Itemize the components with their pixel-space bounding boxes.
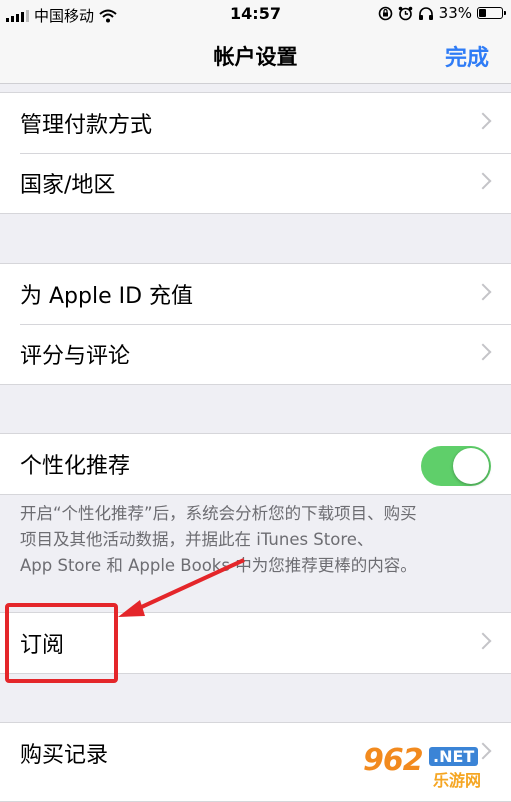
manage-payment-label: 管理付款方式 [20,113,153,138]
personalization-toggle[interactable] [421,446,491,486]
chevron-right-icon [474,343,492,361]
chevron-right-icon [474,283,492,301]
country-region-label: 国家/地区 [20,173,116,198]
footnote-line: App Store 和 Apple Books 中为您推荐更棒的内容。 [20,556,417,575]
navigation-bar: 帐户设置 完成 [0,28,511,84]
top-up-row[interactable]: 为 Apple ID 充值 [0,264,511,324]
status-right: 33% [378,4,506,22]
purchase-history-label: 购买记录 [20,743,109,768]
personalization-label: 个性化推荐 [20,454,131,479]
done-button[interactable]: 完成 [445,40,489,72]
personalization-row: 个性化推荐 [0,434,511,494]
footnote-line: 项目及其他活动数据，并据此在 iTunes Store、 [20,530,374,549]
headphones-icon [418,6,433,20]
country-region-row[interactable]: 国家/地区 [0,153,511,213]
watermark-site: 乐游网 [433,771,482,790]
page-title: 帐户设置 [213,45,298,69]
watermark-number: 962 [363,743,424,778]
manage-payment-row[interactable]: 管理付款方式 [0,93,511,153]
chevron-right-icon [474,632,492,650]
chevron-right-icon [474,112,492,130]
ratings-reviews-label: 评分与评论 [20,344,131,369]
watermark-logo: 962 .NET 乐游网 [357,743,507,790]
footnote-line: 开启“个性化推荐”后，系统会分析您的下载项目、购买 [20,504,417,523]
personalization-footnote: 开启“个性化推荐”后，系统会分析您的下载项目、购买 项目及其他活动数据，并据此在… [20,501,500,579]
payment-group: 管理付款方式 国家/地区 [0,92,511,214]
alarm-icon [398,6,412,20]
highlight-box [5,603,118,683]
watermark-tld: .NET [429,747,479,766]
ratings-reviews-row[interactable]: 评分与评论 [0,324,511,384]
top-up-label: 为 Apple ID 充值 [20,284,194,309]
battery-percent: 33% [438,4,472,22]
orientation-lock-icon [378,6,392,20]
chevron-right-icon [474,172,492,190]
battery-icon [477,7,506,19]
status-bar: 中国移动 14:57 33% [0,0,511,28]
apple-id-group: 为 Apple ID 充值 评分与评论 [0,263,511,385]
personalization-group: 个性化推荐 [0,433,511,495]
